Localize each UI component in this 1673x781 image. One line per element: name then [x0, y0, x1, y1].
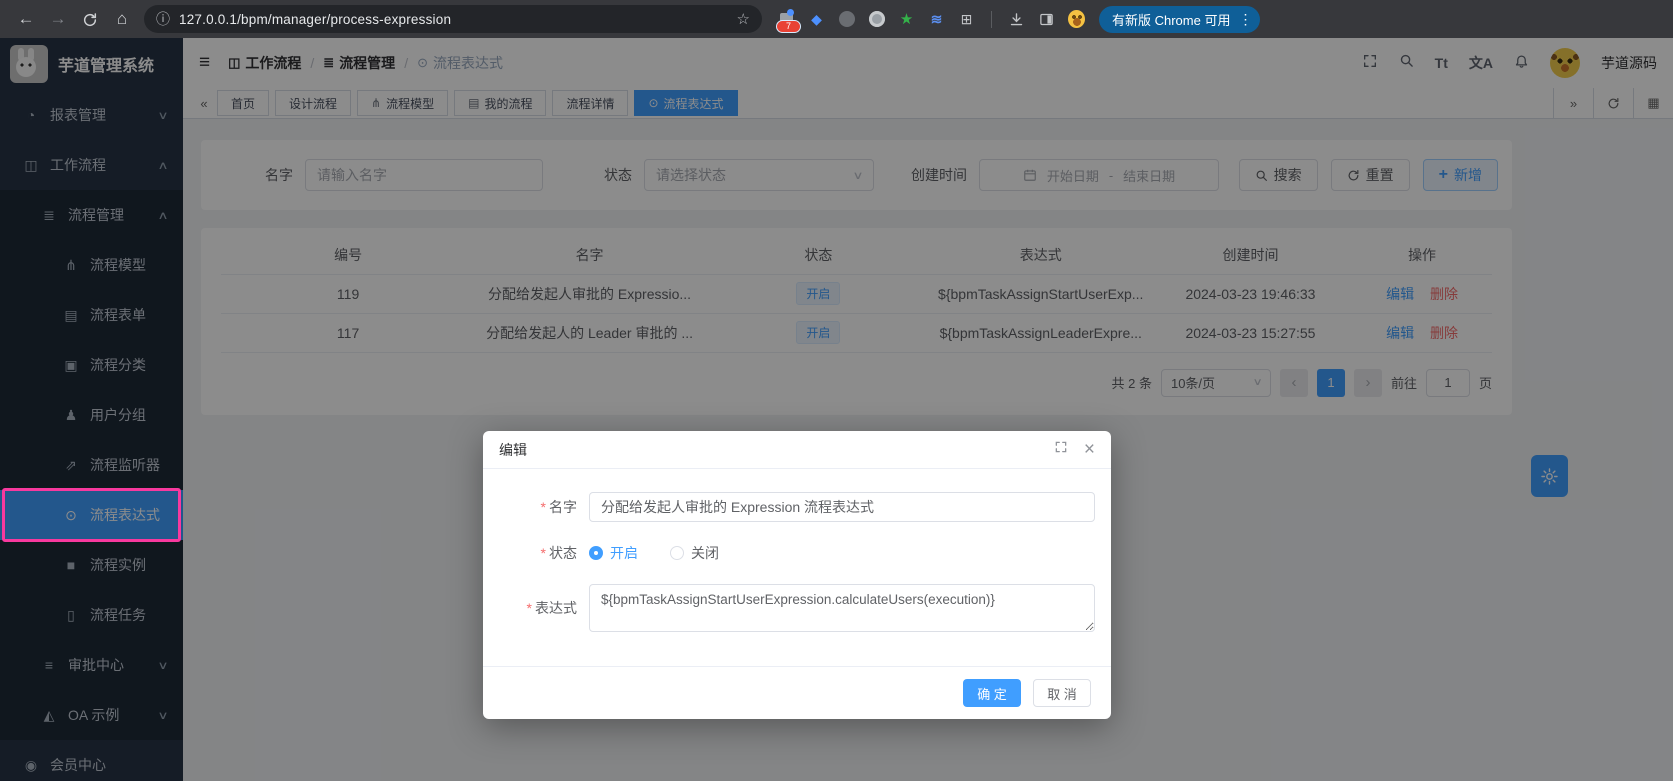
expression-field-label: * 表达式	[526, 600, 577, 616]
extension-icon[interactable]	[868, 11, 885, 28]
radio-selected-icon	[589, 546, 603, 560]
name-field-label: * 名字	[540, 499, 577, 515]
url-text: 127.0.0.1/bpm/manager/process-expression	[179, 11, 452, 27]
browser-forward-icon[interactable]: →	[42, 0, 74, 38]
dialog-fullscreen-icon[interactable]	[1054, 440, 1068, 459]
dialog-close-icon[interactable]: ×	[1084, 440, 1095, 459]
profile-avatar-icon[interactable]	[1068, 10, 1085, 28]
radio-status-on[interactable]: 开启	[589, 543, 638, 563]
extension-icon[interactable]: 7	[775, 11, 801, 33]
required-asterisk: *	[540, 499, 546, 515]
extension-icon[interactable]: ◆	[808, 11, 825, 28]
dialog-body: *名字 *状态 开启 关闭 *表达式 ${bpmTaskAssignStartU…	[483, 469, 1111, 666]
status-field-label: * 状态	[540, 545, 577, 561]
browser-home-icon[interactable]: ⌂	[106, 0, 138, 38]
dialog-footer: 确 定 取 消	[483, 666, 1111, 719]
extension-icon[interactable]: ≋	[928, 11, 945, 28]
name-field-input[interactable]	[589, 492, 1095, 522]
browser-back-icon[interactable]: ←	[10, 0, 42, 38]
required-asterisk: *	[540, 545, 546, 561]
required-asterisk: *	[526, 600, 532, 616]
divider	[991, 10, 992, 28]
browser-reload-icon[interactable]	[74, 0, 106, 38]
cancel-button[interactable]: 取 消	[1033, 679, 1091, 707]
dialog-title: 编辑	[499, 441, 527, 458]
browser-menu-icon[interactable]: ⋮	[1238, 11, 1252, 28]
radio-unselected-icon	[670, 546, 684, 560]
browser-toolbar: ← → ⌂ ⓘ 127.0.0.1/bpm/manager/process-ex…	[0, 0, 1673, 38]
extensions-puzzle-icon[interactable]: ⊞	[958, 11, 975, 28]
downloads-icon[interactable]	[1008, 11, 1025, 28]
chrome-update-button[interactable]: 有新版 Chrome 可用 ⋮	[1099, 5, 1261, 33]
extension-icon[interactable]: ★	[898, 11, 915, 28]
edit-dialog: 编辑 × *名字 *状态 开启 关闭 *表达式 ${bpmTaskAssignS…	[483, 431, 1111, 719]
radio-status-off[interactable]: 关闭	[670, 543, 719, 563]
extension-icon[interactable]	[838, 11, 855, 28]
confirm-button[interactable]: 确 定	[963, 679, 1021, 707]
site-info-icon[interactable]: ⓘ	[156, 9, 170, 29]
dialog-header: 编辑 ×	[483, 431, 1111, 469]
address-bar[interactable]: ⓘ 127.0.0.1/bpm/manager/process-expressi…	[144, 5, 762, 33]
extensions-row: 7 ◆ ★ ≋ ⊞	[775, 10, 1085, 33]
status-radio-group: 开启 关闭	[589, 543, 719, 563]
side-panel-icon[interactable]	[1038, 11, 1055, 28]
expression-field-textarea[interactable]: ${bpmTaskAssignStartUserExpression.calcu…	[589, 584, 1095, 632]
bookmark-star-icon[interactable]: ☆	[737, 10, 750, 28]
